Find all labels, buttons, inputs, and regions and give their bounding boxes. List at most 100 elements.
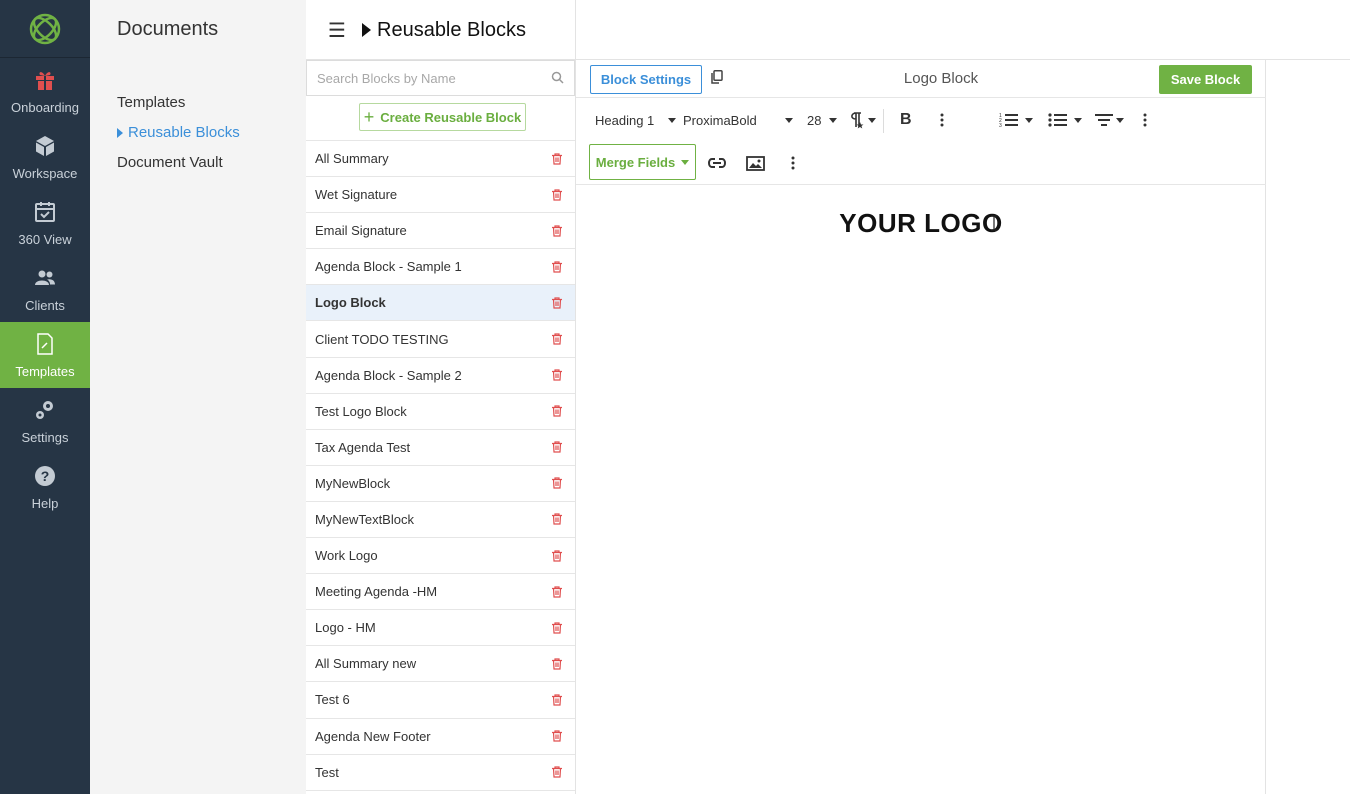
chevron-down-icon bbox=[668, 117, 677, 123]
editor-content-area[interactable]: YOUR LOGO bbox=[576, 186, 1266, 794]
paragraph-style-value: Heading 1 bbox=[595, 112, 655, 128]
nav-item-workspace[interactable]: Workspace bbox=[0, 124, 90, 190]
nav-label: Onboarding bbox=[11, 99, 79, 115]
block-list-item[interactable]: Agenda Block - Sample 1 bbox=[306, 249, 575, 286]
nav-item-templates[interactable]: Templates bbox=[0, 322, 90, 388]
delete-trash-icon[interactable] bbox=[551, 549, 563, 562]
image-icon bbox=[746, 155, 765, 171]
documents-panel: Documents Templates Reusable Blocks Docu… bbox=[90, 0, 306, 794]
block-name: Tax Agenda Test bbox=[315, 439, 411, 455]
delete-trash-icon[interactable] bbox=[551, 766, 563, 778]
hamburger-menu-icon[interactable]: ☰ bbox=[328, 18, 348, 43]
delete-trash-icon[interactable] bbox=[551, 622, 563, 634]
nav-item-help[interactable]: ? Help bbox=[0, 454, 90, 520]
delete-trash-icon[interactable] bbox=[551, 730, 563, 742]
block-name: Work Logo bbox=[315, 548, 378, 564]
delete-trash-icon[interactable] bbox=[551, 297, 563, 309]
delete-trash-icon[interactable] bbox=[551, 441, 563, 453]
documents-title: Documents bbox=[117, 18, 219, 40]
button-label: Merge Fields bbox=[595, 154, 676, 170]
ordered-list-button[interactable]: 1 2 3 bbox=[999, 99, 1033, 141]
align-button[interactable] bbox=[1095, 99, 1124, 141]
help-circle-icon: ? bbox=[35, 465, 55, 486]
save-block-button[interactable]: Save Block bbox=[1159, 65, 1252, 94]
delete-trash-icon[interactable] bbox=[551, 513, 563, 526]
calendar-check-icon bbox=[35, 201, 55, 222]
more-options-button[interactable] bbox=[1143, 99, 1147, 141]
font-family-select[interactable]: ProximaBold bbox=[683, 99, 793, 141]
align-center-icon bbox=[1095, 114, 1113, 126]
svg-text:?: ? bbox=[41, 468, 50, 484]
block-list-item[interactable]: Wet Signature bbox=[306, 177, 575, 214]
header-left: ☰ Reusable Blocks bbox=[306, 0, 576, 60]
paragraph-format-button[interactable] bbox=[847, 99, 876, 141]
block-list-item[interactable]: Email Signature bbox=[306, 213, 575, 250]
paragraph-style-select[interactable]: Heading 1 bbox=[595, 99, 677, 141]
more-vertical-icon bbox=[1143, 113, 1147, 127]
delete-trash-icon[interactable] bbox=[551, 189, 563, 201]
block-list-item[interactable]: Agenda New Footer bbox=[306, 719, 575, 755]
block-list-item[interactable]: Client TODO TESTING bbox=[306, 321, 575, 358]
block-list-item[interactable]: MyNewTextBlock bbox=[306, 502, 575, 539]
search-box bbox=[306, 60, 575, 96]
block-list-item[interactable]: Test 6 bbox=[306, 682, 575, 719]
block-list-item[interactable]: Work Logo bbox=[306, 538, 575, 575]
block-list-item[interactable]: Logo Block bbox=[306, 285, 575, 322]
delete-trash-icon[interactable] bbox=[551, 405, 563, 417]
font-family-value: ProximaBold bbox=[683, 112, 757, 128]
unordered-list-button[interactable] bbox=[1048, 99, 1082, 141]
delete-trash-icon[interactable] bbox=[551, 586, 563, 598]
search-icon[interactable] bbox=[551, 71, 564, 84]
delete-trash-icon[interactable] bbox=[551, 658, 563, 670]
block-list-item[interactable]: All Summary bbox=[306, 141, 575, 178]
content-heading[interactable]: YOUR LOGO bbox=[576, 208, 1266, 239]
delete-trash-icon[interactable] bbox=[551, 477, 563, 489]
more-options-button[interactable] bbox=[940, 99, 944, 141]
block-list-item[interactable]: Meeting Agenda -HM bbox=[306, 574, 575, 611]
font-size-select[interactable]: 28 bbox=[807, 99, 838, 141]
ordered-list-icon: 1 2 3 bbox=[999, 113, 1018, 128]
block-list-item[interactable]: Logo - HM bbox=[306, 610, 575, 647]
create-reusable-block-button[interactable]: + Create Reusable Block bbox=[359, 103, 526, 131]
delete-trash-icon[interactable] bbox=[551, 261, 563, 273]
documents-menu-reusable-blocks[interactable]: Reusable Blocks bbox=[117, 118, 240, 148]
bold-button[interactable]: B bbox=[900, 99, 912, 141]
app-logo[interactable] bbox=[0, 0, 90, 58]
block-list-item[interactable]: Agenda Block - Sample 2 bbox=[306, 358, 575, 394]
insert-image-button[interactable] bbox=[746, 141, 765, 185]
block-list-item[interactable]: Tax Agenda Test bbox=[306, 430, 575, 466]
block-name: Test 6 bbox=[315, 692, 350, 708]
font-size-value: 28 bbox=[807, 112, 822, 128]
delete-trash-icon[interactable] bbox=[551, 694, 563, 706]
block-list-item[interactable]: Test Logo Block bbox=[306, 394, 575, 430]
nav-item-clients[interactable]: Clients bbox=[0, 256, 90, 322]
insert-link-button[interactable] bbox=[707, 141, 727, 185]
menu-label: Templates bbox=[117, 94, 186, 111]
text-cursor-icon bbox=[991, 215, 997, 231]
delete-trash-icon[interactable] bbox=[551, 225, 563, 237]
cube-icon bbox=[36, 135, 54, 156]
documents-menu-templates[interactable]: Templates bbox=[117, 88, 240, 118]
copy-icon[interactable] bbox=[711, 70, 723, 84]
documents-menu-document-vault[interactable]: Document Vault bbox=[117, 148, 240, 178]
chevron-down-icon bbox=[1074, 117, 1082, 123]
more-vertical-icon bbox=[940, 113, 944, 127]
delete-trash-icon[interactable] bbox=[551, 152, 563, 165]
nav-item-settings[interactable]: Settings bbox=[0, 388, 90, 454]
button-label: Create Reusable Block bbox=[380, 109, 522, 125]
delete-trash-icon[interactable] bbox=[551, 333, 563, 345]
nav-label: 360 View bbox=[18, 231, 72, 247]
nav-item-360-view[interactable]: 360 View bbox=[0, 190, 90, 256]
merge-fields-button[interactable]: Merge Fields bbox=[589, 144, 696, 180]
search-input[interactable] bbox=[307, 61, 537, 95]
more-vertical-icon bbox=[791, 156, 795, 170]
delete-trash-icon[interactable] bbox=[551, 369, 563, 381]
formatting-toolbar: Heading 1 ProximaBold 28 B 1 2 3 bbox=[576, 99, 1266, 141]
block-list-item[interactable]: MyNewBlock bbox=[306, 466, 575, 502]
block-list-item[interactable]: All Summary new bbox=[306, 646, 575, 683]
more-options-button[interactable] bbox=[791, 141, 795, 185]
nav-item-onboarding[interactable]: Onboarding bbox=[0, 58, 90, 124]
block-settings-button[interactable]: Block Settings bbox=[590, 65, 702, 94]
blocks-panel: + Create Reusable Block All Summary Wet S… bbox=[306, 60, 576, 794]
block-list-item[interactable]: Test bbox=[306, 755, 575, 791]
